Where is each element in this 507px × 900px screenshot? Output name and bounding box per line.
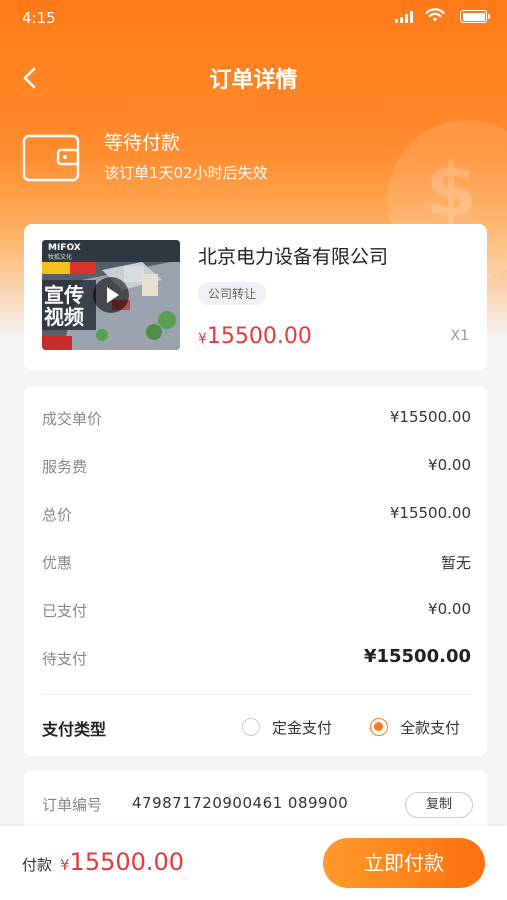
total-amount: ¥15500.00 — [60, 848, 184, 876]
pay-now-button[interactable]: 立即付款 — [323, 838, 485, 888]
signal-icon — [395, 11, 413, 23]
page-title: 订单详情 — [209, 68, 298, 93]
fee-row: 总价 ¥15500.00 — [42, 504, 471, 526]
play-video-icon[interactable] — [93, 277, 129, 313]
radio-unchecked-icon[interactable] — [242, 718, 260, 736]
thumbnail-title-2: 视频 — [44, 305, 84, 329]
fee-value: ¥15500.00 — [389, 504, 471, 522]
fee-row: 优惠 暂无 — [42, 552, 471, 574]
status-bar: 4:15 — [0, 0, 507, 36]
fee-value: ¥0.00 — [428, 600, 471, 618]
fee-row: 已支付 ¥0.00 — [42, 600, 471, 622]
fee-label: 服务费 — [42, 458, 88, 476]
product-price: ¥15500.00 — [198, 324, 312, 349]
full-payment-option[interactable]: 全款支付 — [370, 716, 460, 738]
fee-row: 服务费 ¥0.00 — [42, 456, 471, 478]
divider — [42, 694, 471, 695]
wifi-icon — [425, 8, 445, 22]
product-thumbnail[interactable]: MIFOX 牧狐文化 宣传 视频 — [42, 240, 180, 350]
order-number: 479871720900461 089900 — [132, 794, 349, 812]
copy-button[interactable]: 复制 — [405, 792, 473, 818]
fee-value: ¥0.00 — [428, 456, 471, 474]
option-label: 定金支付 — [272, 718, 333, 737]
status-countdown: 该订单1天02小时后失效 — [104, 164, 268, 182]
battery-icon — [460, 10, 490, 23]
deposit-payment-option[interactable]: 定金支付 — [242, 716, 332, 738]
product-name: 北京电力设备有限公司 — [198, 246, 389, 268]
currency-symbol: ¥ — [198, 331, 207, 347]
order-number-label: 订单编号 — [42, 796, 103, 814]
bottom-pay-bar: 付款 ¥15500.00 立即付款 — [0, 826, 507, 900]
product-tag: 公司转让 — [198, 282, 267, 305]
status-time: 4:15 — [22, 9, 56, 27]
fee-label: 待支付 — [42, 650, 88, 668]
currency-symbol: ¥ — [60, 856, 70, 874]
fee-details-card: 成交单价 ¥15500.00 服务费 ¥0.00 总价 ¥15500.00 优惠… — [24, 386, 487, 756]
radio-checked-icon[interactable] — [370, 718, 388, 736]
price-amount: 15500.00 — [206, 324, 312, 349]
fee-row: 待支付 ¥15500.00 — [42, 646, 471, 670]
product-quantity: X1 — [450, 328, 470, 344]
product-card[interactable]: MIFOX 牧狐文化 宣传 视频 北京电力设备有限公司 公司转让 ¥15500.… — [24, 224, 487, 370]
fee-row: 成交单价 ¥15500.00 — [42, 408, 471, 430]
fee-value: 暂无 — [440, 554, 471, 572]
amount-value: 15500.00 — [69, 848, 185, 876]
thumbnail-title-1: 宣传 — [44, 283, 84, 307]
total-label: 付款 — [22, 856, 53, 874]
status-title: 等待付款 — [104, 132, 181, 154]
option-label: 全款支付 — [400, 718, 461, 737]
navigation-bar: 订单详情 — [0, 52, 507, 102]
fee-label: 优惠 — [42, 554, 73, 572]
payment-type-label: 支付类型 — [42, 720, 107, 739]
thumbnail-brand-sub: 牧狐文化 — [48, 254, 73, 261]
dollar-watermark-icon: $ — [425, 148, 478, 234]
fee-label: 成交单价 — [42, 410, 103, 428]
fee-label: 总价 — [42, 506, 73, 524]
wallet-icon — [22, 134, 80, 182]
amount-due-value: ¥15500.00 — [363, 646, 471, 667]
fee-value: ¥15500.00 — [389, 408, 471, 426]
fee-label: 已支付 — [42, 602, 88, 620]
